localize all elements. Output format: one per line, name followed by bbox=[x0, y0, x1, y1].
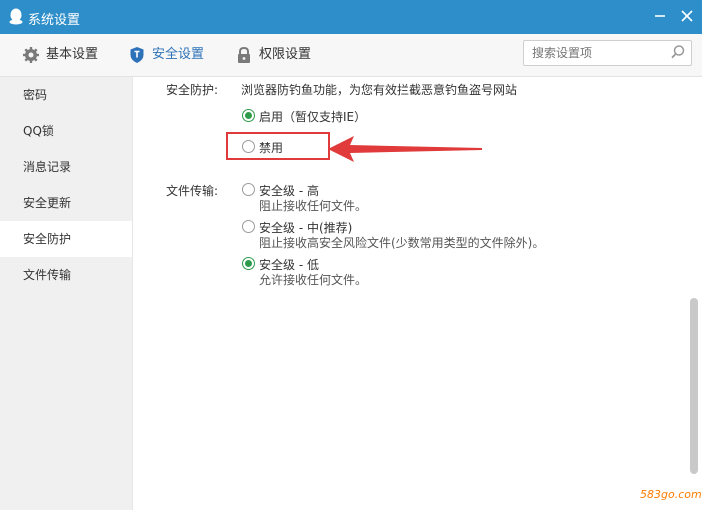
protection-description: 浏览器防钓鱼功能，为您有效拦截恶意钓鱼盗号网站 bbox=[241, 83, 518, 97]
security-high-desc: 阻止接收任何文件。 bbox=[259, 199, 368, 213]
tab-basic-settings[interactable]: 基本设置 bbox=[22, 44, 112, 66]
sidebar-item-qq-lock[interactable]: QQ锁 bbox=[0, 113, 132, 149]
tab-security-settings[interactable]: 安全设置 bbox=[128, 44, 218, 66]
tab-label: 权限设置 bbox=[259, 47, 312, 62]
search-input[interactable] bbox=[530, 43, 666, 63]
sidebar-item-password[interactable]: 密码 bbox=[0, 77, 132, 113]
sidebar-item-file-transfer[interactable]: 文件传输 bbox=[0, 257, 132, 293]
search-box[interactable] bbox=[523, 40, 692, 66]
sidebar-item-label: QQ锁 bbox=[23, 124, 54, 138]
window-title: 系统设置 bbox=[28, 13, 81, 28]
radio-enable-label[interactable]: 启用（暂仅支持IE） bbox=[259, 108, 366, 125]
settings-tabbar: 基本设置 安全设置 权限设置 bbox=[0, 34, 702, 77]
file-transfer-label: 文件传输: bbox=[166, 184, 219, 198]
sidebar-item-security-update[interactable]: 安全更新 bbox=[0, 185, 132, 221]
gear-icon bbox=[23, 47, 39, 63]
red-arrow-icon bbox=[328, 136, 482, 162]
security-medium-desc: 阻止接收高安全风险文件(少数常用类型的文件除外)。 bbox=[259, 236, 545, 250]
sidebar-item-label: 安全防护 bbox=[23, 232, 72, 246]
tab-label: 基本设置 bbox=[46, 47, 99, 62]
protection-label: 安全防护: bbox=[166, 83, 219, 97]
tab-permission-settings[interactable]: 权限设置 bbox=[235, 44, 325, 66]
sidebar-item-message-history[interactable]: 消息记录 bbox=[0, 149, 132, 185]
radio-security-low[interactable] bbox=[242, 257, 255, 270]
close-icon[interactable] bbox=[677, 6, 697, 26]
qq-penguin-icon bbox=[9, 8, 23, 25]
sidebar: 密码 QQ锁 消息记录 安全更新 安全防护 文件传输 bbox=[0, 77, 133, 510]
radio-security-high[interactable] bbox=[242, 183, 255, 196]
sidebar-item-label: 安全更新 bbox=[23, 196, 72, 210]
sidebar-item-label: 密码 bbox=[23, 88, 48, 102]
radio-security-medium[interactable] bbox=[242, 220, 255, 233]
lock-icon bbox=[238, 46, 250, 63]
scrollbar-thumb[interactable] bbox=[690, 298, 698, 474]
search-icon[interactable] bbox=[670, 44, 686, 60]
highlight-box bbox=[226, 132, 330, 160]
radio-enable-protection[interactable] bbox=[242, 109, 255, 122]
minimize-icon[interactable] bbox=[650, 6, 670, 26]
sidebar-item-security-protection[interactable]: 安全防护 bbox=[0, 221, 132, 257]
sidebar-item-label: 消息记录 bbox=[23, 160, 72, 174]
security-low-desc: 允许接收任何文件。 bbox=[259, 273, 368, 287]
watermark-text: 583go.com bbox=[640, 488, 702, 501]
sidebar-item-label: 文件传输 bbox=[23, 268, 72, 282]
title-bar: 系统设置 bbox=[0, 0, 702, 34]
tab-label: 安全设置 bbox=[152, 47, 205, 62]
shield-icon bbox=[130, 47, 144, 63]
